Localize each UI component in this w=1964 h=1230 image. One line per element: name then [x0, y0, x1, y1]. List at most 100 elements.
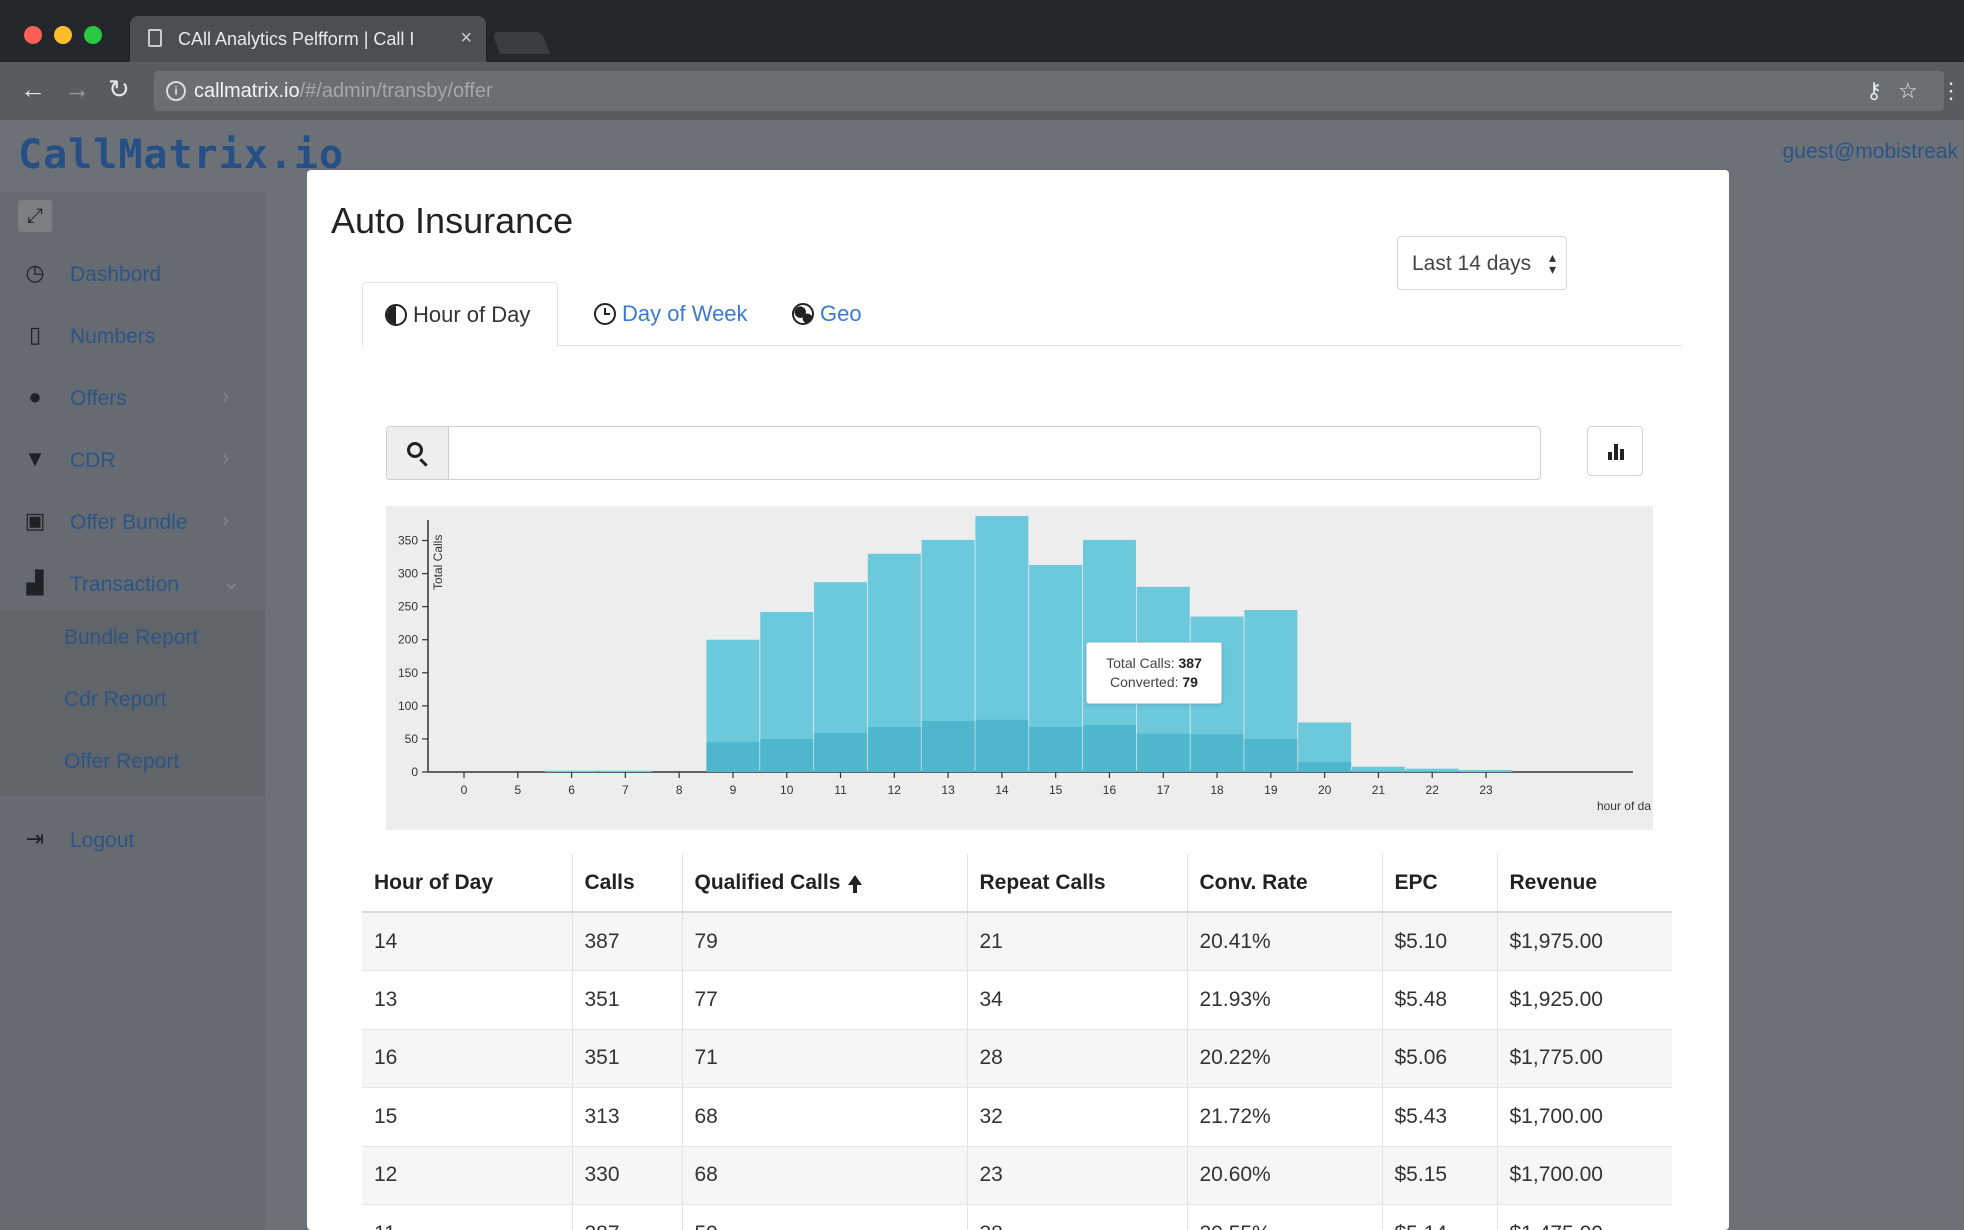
cell-epc: $5.14: [1382, 1204, 1498, 1230]
column-header-epc[interactable]: EPC: [1382, 854, 1498, 913]
sidebar-item-transaction[interactable]: ▟ Transaction ⌄: [0, 556, 265, 612]
circle-icon: ●: [28, 384, 42, 409]
x-tick-label: 7: [622, 783, 629, 797]
sidebar-item-label: Dashbord: [70, 263, 162, 286]
x-tick-label: 13: [941, 783, 955, 797]
half-circle-icon: [385, 304, 407, 326]
bar-total-calls: [1351, 766, 1405, 772]
column-header-revenue[interactable]: Revenue: [1497, 854, 1672, 913]
search-input[interactable]: [449, 427, 1539, 479]
chart-toggle-button[interactable]: [1587, 426, 1643, 476]
column-header-repeat-calls[interactable]: Repeat Calls: [967, 854, 1188, 913]
sidebar-item-offer-bundle[interactable]: ▣ Offer Bundle ›: [0, 494, 265, 550]
new-tab-button[interactable]: [491, 32, 551, 54]
tooltip-converted-label: Converted:: [1110, 674, 1179, 690]
tooltip-converted-value: 79: [1182, 674, 1198, 690]
sidebar-item-bundle-report[interactable]: Bundle Report: [64, 626, 198, 650]
cell-revenue: $1,475.00: [1497, 1204, 1672, 1230]
maximize-window-button[interactable]: [84, 26, 102, 44]
x-tick-label: 15: [1049, 783, 1063, 797]
bar-converted: [706, 742, 760, 772]
cell-hour: 15: [362, 1087, 573, 1146]
hour-of-day-chart: 0 50 100 150 200 250 300 350 Total Calls 0 5 6 7 8 9 10…: [386, 506, 1653, 830]
info-icon[interactable]: i: [166, 81, 186, 101]
tab-day-of-week[interactable]: Day of Week: [594, 282, 748, 346]
y-axis-label: Total Calls: [431, 535, 445, 590]
sidebar-item-offers[interactable]: ● Offers ›: [0, 370, 265, 426]
table-row[interactable]: 12 330 68 23 20.60% $5.15 $1,700.00: [362, 1145, 1672, 1205]
column-header-conv-rate[interactable]: Conv. Rate: [1187, 854, 1383, 913]
tab-label: Geo: [820, 301, 862, 326]
search-addon: [387, 427, 449, 479]
table-row[interactable]: 16 351 71 28 20.22% $5.06 $1,775.00: [362, 1028, 1672, 1088]
phone-icon: ▯: [28, 322, 42, 347]
x-tick-label: 21: [1372, 783, 1386, 797]
sidebar: ⤢ ◷ Dashbord ▯ Numbers ● Offers › ▼ CDR …: [0, 192, 265, 1230]
cell-epc: $5.43: [1382, 1087, 1498, 1146]
x-tick-label: 6: [568, 783, 575, 797]
chevron-right-icon: ›: [222, 383, 230, 408]
column-header-calls[interactable]: Calls: [572, 854, 683, 913]
sidebar-item-label: CDR: [70, 449, 116, 472]
tooltip-total-label: Total Calls:: [1106, 655, 1175, 671]
table-row[interactable]: 15 313 68 32 21.72% $5.43 $1,700.00: [362, 1087, 1672, 1146]
key-icon[interactable]: ⚷: [1866, 80, 1882, 102]
cell-qualified-calls: 68: [682, 1145, 968, 1205]
sidebar-item-offer-report[interactable]: Offer Report: [64, 750, 179, 774]
tab-close-icon[interactable]: ×: [460, 27, 472, 50]
table-row[interactable]: 14 387 79 21 20.41% $5.10 $1,975.00: [362, 911, 1672, 971]
transaction-submenu: Bundle Report Cdr Report Offer Report: [0, 610, 265, 796]
browser-titlebar: CAll Analytics Pelfform | Call I ×: [0, 0, 1964, 62]
cell-conv-rate: 20.22%: [1187, 1028, 1383, 1088]
sidebar-item-numbers[interactable]: ▯ Numbers: [0, 308, 265, 364]
tooltip-total-value: 387: [1178, 655, 1202, 671]
cell-qualified-calls: 68: [682, 1087, 968, 1146]
back-arrow-icon[interactable]: ←: [20, 76, 46, 102]
browser-toolbar: ← → ↻ i callmatrix.io/#/admin/transby/of…: [0, 62, 1964, 120]
bar-converted: [1405, 771, 1459, 772]
date-range-value: Last 14 days: [1412, 252, 1532, 275]
x-tick-label: 11: [834, 783, 847, 797]
y-tick-label: 250: [398, 600, 418, 614]
tab-hour-of-day[interactable]: Hour of Day: [362, 282, 558, 347]
hour-of-day-table: Hour of Day Calls Qualified Calls Repeat…: [362, 854, 1672, 1230]
column-header-hour[interactable]: Hour of Day: [362, 854, 573, 913]
bar-converted: [921, 721, 975, 772]
browser-menu-icon[interactable]: ⋮: [1940, 80, 1962, 102]
sidebar-item-logout[interactable]: ⇥ Logout: [0, 812, 265, 868]
search-icon: [407, 442, 423, 458]
x-tick-label: 23: [1479, 783, 1493, 797]
minimize-window-button[interactable]: [54, 26, 72, 44]
cell-revenue: $1,775.00: [1497, 1028, 1672, 1088]
address-bar[interactable]: i callmatrix.io/#/admin/transby/offer: [154, 71, 1944, 111]
tab-geo[interactable]: Geo: [792, 282, 862, 346]
sidebar-item-dashboard[interactable]: ◷ Dashbord: [0, 246, 265, 302]
search-box: [386, 426, 1541, 480]
sidebar-item-label: Offers: [70, 387, 127, 410]
browser-tab[interactable]: CAll Analytics Pelfform | Call I ×: [130, 16, 486, 62]
table-row[interactable]: 13 351 77 34 21.93% $5.48 $1,925.00: [362, 970, 1672, 1029]
forward-arrow-icon[interactable]: →: [64, 76, 90, 102]
reload-icon[interactable]: ↻: [108, 76, 130, 102]
x-tick-label: 12: [888, 783, 902, 797]
close-window-button[interactable]: [24, 26, 42, 44]
column-header-qualified-calls[interactable]: Qualified Calls: [682, 854, 968, 913]
bar-converted: [1298, 762, 1352, 772]
x-tick-label: 16: [1103, 783, 1117, 797]
bar-converted: [1029, 727, 1083, 772]
cell-conv-rate: 20.60%: [1187, 1145, 1383, 1205]
sidebar-item-cdr-report[interactable]: Cdr Report: [64, 688, 167, 712]
x-tick-label: 14: [995, 783, 1009, 797]
sidebar-item-cdr[interactable]: ▼ CDR ›: [0, 432, 265, 488]
cell-repeat-calls: 34: [967, 970, 1188, 1029]
app-logo[interactable]: CallMatrix.io: [18, 132, 344, 178]
cell-hour: 11: [362, 1204, 573, 1230]
table-row[interactable]: 11287593820.55%$5.14$1,475.00: [362, 1204, 1672, 1230]
cell-repeat-calls: 38: [967, 1204, 1188, 1230]
bookmark-star-icon[interactable]: ☆: [1898, 80, 1918, 102]
collapse-sidebar-button[interactable]: ⤢: [18, 200, 52, 232]
sidebar-item-label: Logout: [70, 829, 135, 852]
cell-qualified-calls: 71: [682, 1028, 968, 1088]
user-menu[interactable]: guest@mobistreak: [1783, 140, 1958, 164]
x-tick-label: 8: [676, 783, 683, 797]
